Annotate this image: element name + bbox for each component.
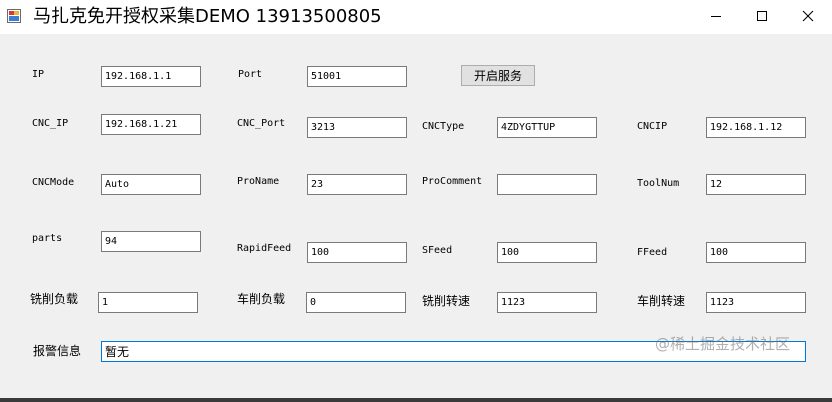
f-feed-field[interactable] xyxy=(706,242,806,263)
cnc-ip-field[interactable] xyxy=(101,114,201,135)
tool-num-label: ToolNum xyxy=(637,178,680,189)
close-icon xyxy=(802,10,814,22)
title-bar: 马扎克免开授权采集DEMO 13913500805 xyxy=(0,0,832,34)
cnc-ip-label: CNC_IP xyxy=(32,118,69,129)
milling-speed-label: 铣削转速 xyxy=(422,294,471,308)
cncip-label: CNCIP xyxy=(637,121,668,132)
minimize-button[interactable] xyxy=(693,0,739,32)
rapid-feed-field[interactable] xyxy=(307,242,407,263)
turning-load-field[interactable] xyxy=(306,292,406,313)
ip-label: IP xyxy=(32,69,45,80)
taskbar-edge xyxy=(0,398,832,402)
close-button[interactable] xyxy=(785,0,831,32)
milling-speed-field[interactable] xyxy=(497,292,597,313)
cnc-mode-label: CNCMode xyxy=(32,177,75,188)
cnc-mode-field[interactable] xyxy=(101,174,201,195)
f-feed-label: FFeed xyxy=(637,247,668,258)
milling-load-field[interactable] xyxy=(98,292,198,313)
s-feed-field[interactable] xyxy=(497,242,597,263)
port-label: Port xyxy=(238,69,263,80)
window-title: 马扎克免开授权采集DEMO 13913500805 xyxy=(33,6,382,27)
ip-field[interactable] xyxy=(101,66,201,87)
cnc-port-label: CNC_Port xyxy=(237,118,286,129)
app-icon xyxy=(7,9,21,23)
milling-load-label: 铣削负载 xyxy=(30,292,79,306)
parts-field[interactable] xyxy=(101,231,201,252)
watermark-text: @稀土掘金技术社区 xyxy=(655,335,791,353)
pro-name-field[interactable] xyxy=(307,174,407,195)
turning-speed-field[interactable] xyxy=(706,292,806,313)
maximize-icon xyxy=(757,11,767,21)
pro-comment-label: ProComment xyxy=(422,176,483,187)
rapid-feed-label: RapidFeed xyxy=(237,243,292,254)
pro-name-label: ProName xyxy=(237,176,280,187)
maximize-button[interactable] xyxy=(739,0,785,32)
cnc-type-field[interactable] xyxy=(497,117,597,138)
alarm-info-label: 报警信息 xyxy=(33,344,82,358)
cnc-type-label: CNCType xyxy=(422,121,465,132)
minimize-icon xyxy=(711,16,721,17)
start-service-button[interactable]: 开启服务 xyxy=(461,65,535,86)
port-field[interactable] xyxy=(307,66,407,87)
pro-comment-field[interactable] xyxy=(497,174,597,195)
s-feed-label: SFeed xyxy=(422,245,453,256)
turning-speed-label: 车削转速 xyxy=(637,294,686,308)
turning-load-label: 车削负载 xyxy=(237,292,286,306)
tool-num-field[interactable] xyxy=(706,174,806,195)
parts-label: parts xyxy=(32,233,63,244)
cnc-port-field[interactable] xyxy=(307,117,407,138)
cncip-field[interactable] xyxy=(706,117,806,138)
